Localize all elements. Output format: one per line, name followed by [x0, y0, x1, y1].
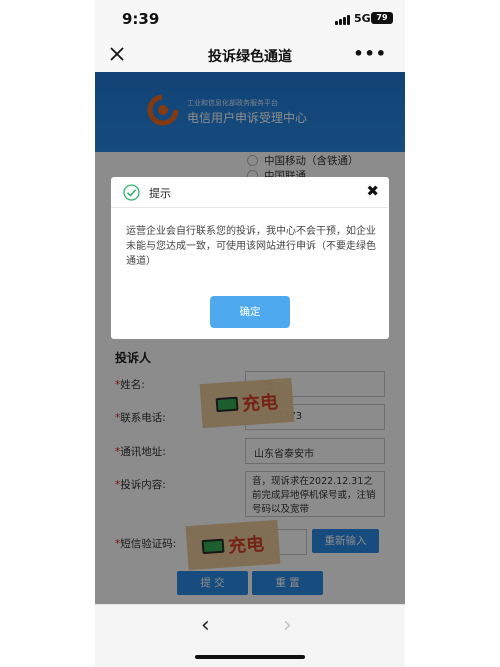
battery-icon: 79 [371, 12, 393, 24]
check-circle-icon [123, 184, 140, 201]
status-bar: 9:39 5G 79 [95, 0, 405, 38]
network-type: 5G [354, 12, 371, 25]
status-time: 9:39 [122, 10, 160, 28]
notice-dialog: 提示 ✖ 运营企业会自行联系您的投诉，我中心不会干预，如企业未能与您达成一致，可… [111, 177, 389, 339]
back-arrow-icon[interactable]: ‹ [201, 613, 210, 638]
nav-bar: 投诉绿色通道 ••• [95, 38, 405, 72]
confirm-button[interactable]: 确定 [210, 296, 290, 328]
dialog-title: 提示 [149, 187, 171, 200]
dialog-header: 提示 ✖ [111, 177, 389, 208]
home-indicator[interactable] [195, 655, 305, 659]
dialog-close-icon[interactable]: ✖ [366, 182, 379, 200]
dialog-message: 运营企业会自行联系您的投诉，我中心不会干预，如企业未能与您达成一致，可使用该网站… [126, 226, 376, 267]
more-icon[interactable]: ••• [353, 44, 387, 63]
forward-arrow-icon[interactable]: › [283, 613, 292, 638]
phone-screen: 9:39 5G 79 投诉绿色通道 ••• 工业和信息化部政务服务平台 电信用户… [95, 0, 405, 667]
signal-icon [335, 15, 351, 25]
browser-toolbar: ‹ › [95, 604, 405, 667]
